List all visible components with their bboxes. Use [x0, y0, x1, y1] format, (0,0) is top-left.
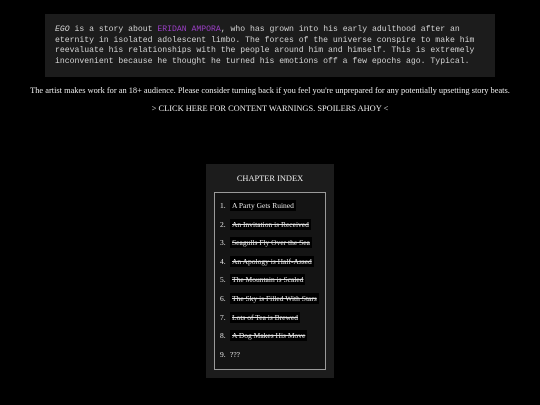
chapter-number: 4.	[220, 256, 226, 266]
chapter-item[interactable]: 1. A Party Gets Ruined	[220, 200, 319, 220]
chapter-item[interactable]: 7. Lots of Tea is Brewed	[220, 311, 319, 332]
chapter-title[interactable]: An Invitation is Received	[230, 218, 311, 230]
chapter-number: 1.	[220, 201, 226, 210]
chapter-title[interactable]: A Dog Makes His Move	[230, 330, 308, 342]
chapter-title[interactable]: An Apology is Half-Assed	[230, 255, 314, 267]
age-notice: The artist makes work for an 18+ audienc…	[30, 86, 510, 95]
chapter-index-title: CHAPTER INDEX	[236, 174, 304, 183]
chapter-item: 9.???	[220, 350, 319, 369]
chapter-title[interactable]: Seagulls Fly Over the Sea	[230, 237, 312, 249]
intro-text-1: is a story about	[69, 25, 158, 34]
chapter-item[interactable]: 6. The Sky is Filled With Stars	[220, 292, 319, 313]
chapter-item[interactable]: 8. A Dog Makes His Move	[220, 330, 319, 350]
chapter-item[interactable]: 3. Seagulls Fly Over the Sea	[220, 237, 319, 257]
chapter-item[interactable]: 5. The Mountain is Scaled	[220, 274, 319, 294]
story-title: EGO	[55, 25, 70, 34]
story-intro: EGO is a story about ERIDAN AMPORA, who …	[45, 14, 495, 77]
chapter-item[interactable]: 2. An Invitation is Received	[220, 218, 319, 239]
content-warnings-link[interactable]: > CLICK HERE FOR CONTENT WARNINGS. SPOIL…	[0, 104, 540, 113]
chapter-number: 5.	[220, 275, 226, 285]
chapter-number: 2.	[220, 219, 226, 229]
chapter-number: 3.	[220, 238, 226, 248]
chapter-title[interactable]: Lots of Tea is Brewed	[230, 311, 300, 323]
chapter-title[interactable]: A Party Gets Ruined	[230, 200, 296, 211]
chapter-list-box: 1. A Party Gets Ruined 2. An Invitation is…	[214, 192, 326, 370]
chapter-index-panel: CHAPTER INDEX 1. A Party Gets Ruined 2. An…	[206, 164, 334, 378]
chapter-title[interactable]: The Mountain is Scaled	[230, 274, 306, 286]
chapter-number: 9.	[220, 349, 226, 359]
chapter-item[interactable]: 4. An Apology is Half-Assed	[220, 255, 319, 276]
chapter-list: 1. A Party Gets Ruined 2. An Invitation is…	[220, 200, 319, 369]
chapter-title[interactable]: The Sky is Filled With Stars	[230, 292, 319, 304]
chapter-number: 8.	[220, 331, 226, 341]
character-name: ERIDAN AMPORA	[157, 25, 221, 34]
chapter-title: ???	[230, 349, 240, 359]
chapter-number: 7.	[220, 312, 226, 322]
chapter-number: 6.	[220, 293, 226, 303]
